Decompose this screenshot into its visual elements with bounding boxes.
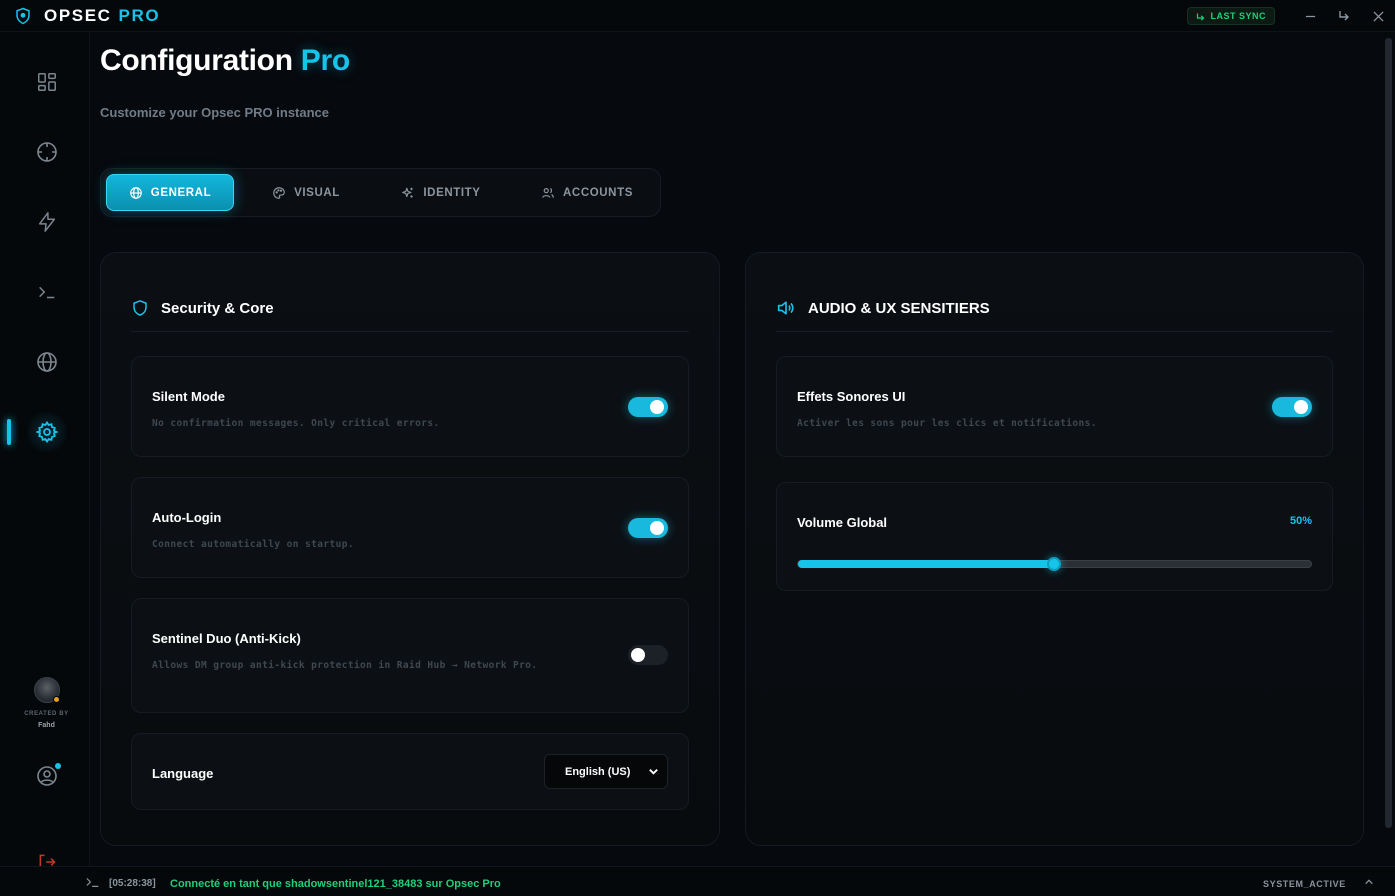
crosshair-icon[interactable] [27, 132, 67, 172]
terminal-icon[interactable] [27, 272, 67, 312]
sentinel-duo-card: Sentinel Duo (Anti-Kick) Allows DM group… [131, 598, 689, 713]
terminal-icon [86, 876, 100, 888]
settings-tabs: GENERAL VISUAL IDENTITY ACCOUNTS [100, 168, 661, 217]
tab-label: ACCOUNTS [563, 186, 633, 199]
language-select[interactable]: English (US) [544, 754, 668, 789]
page-title-accent: Pro [300, 44, 350, 77]
setting-description: Connect automatically on startup. [152, 539, 354, 550]
minimize-button[interactable] [1293, 0, 1327, 32]
tab-identity[interactable]: IDENTITY [381, 174, 501, 211]
panel-header: Security & Core [131, 299, 689, 332]
volume-card: Volume Global 50% [776, 482, 1333, 591]
panel-title: AUDIO & UX SENSITIERS [808, 300, 990, 317]
user-circle-icon[interactable] [27, 756, 67, 796]
notification-dot [55, 763, 61, 769]
creator-status-dot [53, 696, 60, 703]
title-bar: OPSEC PRO LAST SYNC [0, 0, 1395, 32]
page-title: Configuration Pro [100, 44, 350, 78]
sparkles-icon [401, 186, 415, 200]
status-message: Connecté en tant que shadowsentinel121_3… [170, 878, 501, 890]
globe-icon[interactable] [27, 342, 67, 382]
sync-label: LAST SYNC [1210, 11, 1266, 21]
system-state: SYSTEM_ACTIVE [1263, 879, 1346, 889]
volume-slider-thumb[interactable] [1046, 557, 1061, 571]
shield-logo-icon [14, 7, 32, 25]
tab-label: VISUAL [294, 186, 340, 199]
setting-description: Allows DM group anti-kick protection in … [152, 660, 538, 671]
sidebar: CREATED BY Fahd [0, 32, 90, 896]
brand: OPSEC PRO [14, 6, 160, 26]
globe-icon [129, 186, 143, 200]
setting-title: Sentinel Duo (Anti-Kick) [152, 631, 301, 646]
sound-effects-toggle[interactable] [1272, 397, 1312, 417]
language-value: English (US) [565, 765, 631, 778]
page-subtitle: Customize your Opsec PRO instance [100, 105, 330, 120]
panel-title: Security & Core [161, 300, 274, 317]
toggle-knob [650, 400, 664, 414]
setting-title: Volume Global [797, 515, 888, 530]
tab-label: GENERAL [150, 186, 212, 199]
creator-name: Fahd [38, 722, 55, 729]
tab-general[interactable]: GENERAL [106, 174, 234, 211]
audio-ux-panel: AUDIO & UX SENSITIERS Effets Sonores UI … [745, 252, 1364, 846]
sync-arrow-icon [1196, 12, 1205, 21]
last-sync-badge[interactable]: LAST SYNC [1187, 7, 1275, 25]
toggle-knob [650, 521, 664, 535]
brand-accent: PRO [118, 5, 161, 25]
status-bar: [05:28:38] Connecté en tant que shadowse… [0, 866, 1395, 896]
toggle-knob [1294, 400, 1308, 414]
tab-accounts[interactable]: ACCOUNTS [521, 174, 653, 211]
language-card: Language English (US) [131, 733, 689, 810]
active-nav-indicator [7, 419, 11, 445]
setting-title: Language [152, 766, 214, 781]
close-button[interactable] [1361, 0, 1395, 32]
users-icon [541, 186, 555, 200]
status-time: [05:28:38] [109, 878, 156, 889]
volume-slider[interactable] [797, 557, 1312, 571]
sound-effects-card: Effets Sonores UI Activer les sons pour … [776, 356, 1333, 457]
tab-visual[interactable]: VISUAL [251, 174, 361, 211]
volume-slider-fill [798, 560, 1055, 568]
page-title-main: Configuration [100, 44, 293, 77]
tab-label: IDENTITY [423, 186, 481, 199]
creator-label: CREATED BY [24, 711, 69, 717]
chevron-down-icon [648, 766, 659, 777]
palette-icon [272, 186, 286, 200]
toggle-knob [631, 648, 645, 662]
panel-header: AUDIO & UX SENSITIERS [776, 299, 1333, 332]
setting-title: Auto-Login [152, 510, 222, 525]
chevron-up-icon[interactable] [1364, 877, 1374, 887]
setting-title: Silent Mode [152, 389, 225, 404]
shield-icon [131, 299, 149, 317]
auto-login-card: Auto-Login Connect automatically on star… [131, 477, 689, 578]
silent-mode-card: Silent Mode No confirmation messages. On… [131, 356, 689, 457]
pop-out-button[interactable] [1327, 0, 1361, 32]
speaker-icon [776, 299, 796, 317]
scrollbar-thumb[interactable] [1385, 38, 1392, 828]
volume-value: 50% [1289, 515, 1312, 527]
setting-description: Activer les sons pour les clics et notif… [797, 418, 1097, 429]
grid-icon[interactable] [27, 62, 67, 102]
silent-mode-toggle[interactable] [628, 397, 668, 417]
lightning-icon[interactable] [27, 202, 67, 242]
setting-description: No confirmation messages. Only critical … [152, 418, 440, 429]
sentinel-duo-toggle[interactable] [628, 645, 668, 665]
setting-title: Effets Sonores UI [797, 389, 906, 404]
brand-name: OPSEC [44, 5, 112, 25]
security-core-panel: Security & Core Silent Mode No confirmat… [100, 252, 720, 846]
gear-icon[interactable] [27, 412, 67, 452]
auto-login-toggle[interactable] [628, 518, 668, 538]
